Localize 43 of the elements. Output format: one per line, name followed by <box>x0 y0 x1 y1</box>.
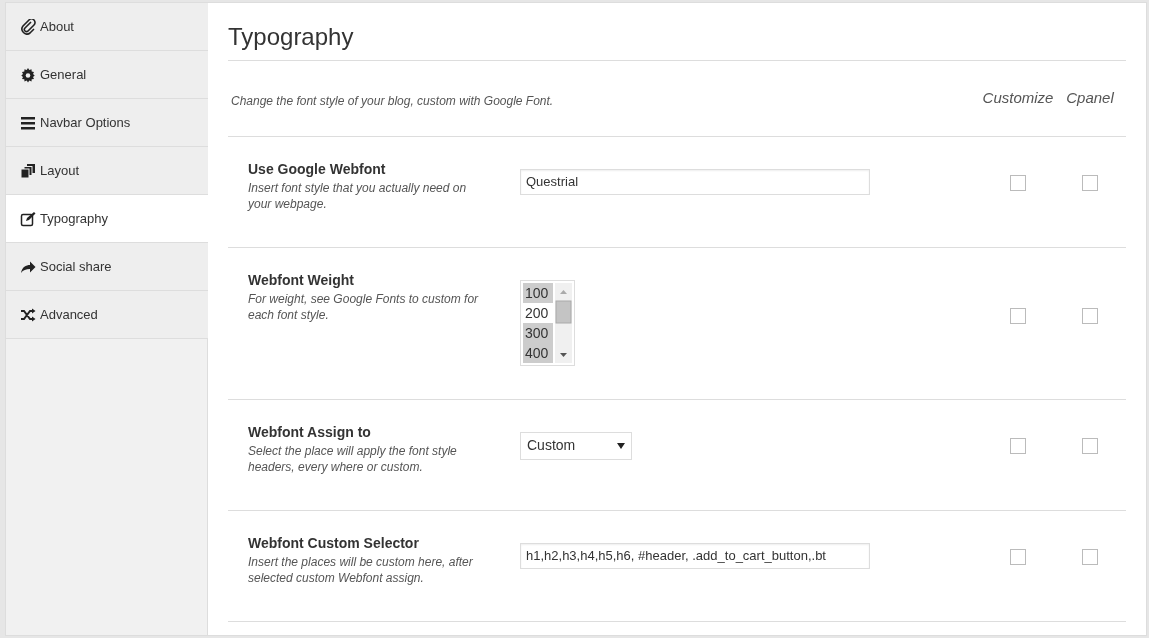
scrollbar-drawing[interactable] <box>555 282 572 363</box>
setting-help: Insert font style that you actually need on your webpage. <box>248 179 468 212</box>
checkbox[interactable] <box>1082 174 1098 191</box>
listbox-option[interactable]: 400 <box>523 342 553 363</box>
checkbox[interactable] <box>1010 174 1026 191</box>
text-field[interactable]: Questrial <box>520 168 870 195</box>
page-title: Typography <box>228 23 1126 61</box>
text-field[interactable]: h1,h2,h3,h4,h5,h6, #header, .add_to_cart_button,.bt <box>520 542 870 569</box>
shuffle-icon <box>20 306 36 323</box>
setting-label: Webfont Custom Selector <box>248 533 420 553</box>
sidebar-tab[interactable]: About <box>6 3 208 51</box>
menu-icon <box>20 114 36 131</box>
listbox-option[interactable]: 200 <box>523 302 553 323</box>
listbox-option[interactable]: 100 <box>523 282 553 303</box>
setting-help: For weight, see Google Fonts to custom for each font style. <box>248 290 480 323</box>
select-dropdown[interactable]: Custom <box>520 431 632 460</box>
sidebar-tab[interactable]: Advanced <box>6 291 208 339</box>
checkbox[interactable] <box>1010 548 1026 565</box>
listbox-option[interactable]: 300 <box>523 322 553 343</box>
checkbox[interactable] <box>1010 307 1026 324</box>
checkbox[interactable] <box>1082 548 1098 565</box>
sidebar-tab[interactable]: General <box>6 51 208 99</box>
paperclip-icon <box>20 18 36 35</box>
sidebar-tab[interactable]: Social share <box>6 243 208 291</box>
column-heading: Customize <box>982 88 1054 109</box>
sidebar-tab[interactable]: Navbar Options <box>6 99 208 147</box>
setting-label: Webfont Weight <box>248 270 356 290</box>
weight-listbox[interactable]: 100 200 300 400 <box>520 279 575 366</box>
setting-help: Select the place will apply the font style headers, every where or custom. <box>248 442 458 475</box>
column-heading: Cpanel <box>1065 88 1115 109</box>
sidebar-tab[interactable]: Layout <box>6 147 208 195</box>
stacked-pages-icon <box>20 162 36 179</box>
caret-icon <box>617 442 625 449</box>
setting-label: Webfont Assign to <box>248 422 372 442</box>
setting-help: Insert the places will be custom here, after selected custom Webfont assign. <box>248 553 474 586</box>
sidebar-tab[interactable]: Typography <box>6 195 208 243</box>
edit-icon <box>20 210 36 227</box>
checkbox[interactable] <box>1082 307 1098 324</box>
setting-label: Use Google Webfont <box>248 159 387 179</box>
checkbox[interactable] <box>1082 437 1098 454</box>
gear-icon <box>20 66 36 83</box>
checkbox[interactable] <box>1010 437 1026 454</box>
page-description: Change the font style of your blog, custom with Google Font. <box>230 92 555 110</box>
